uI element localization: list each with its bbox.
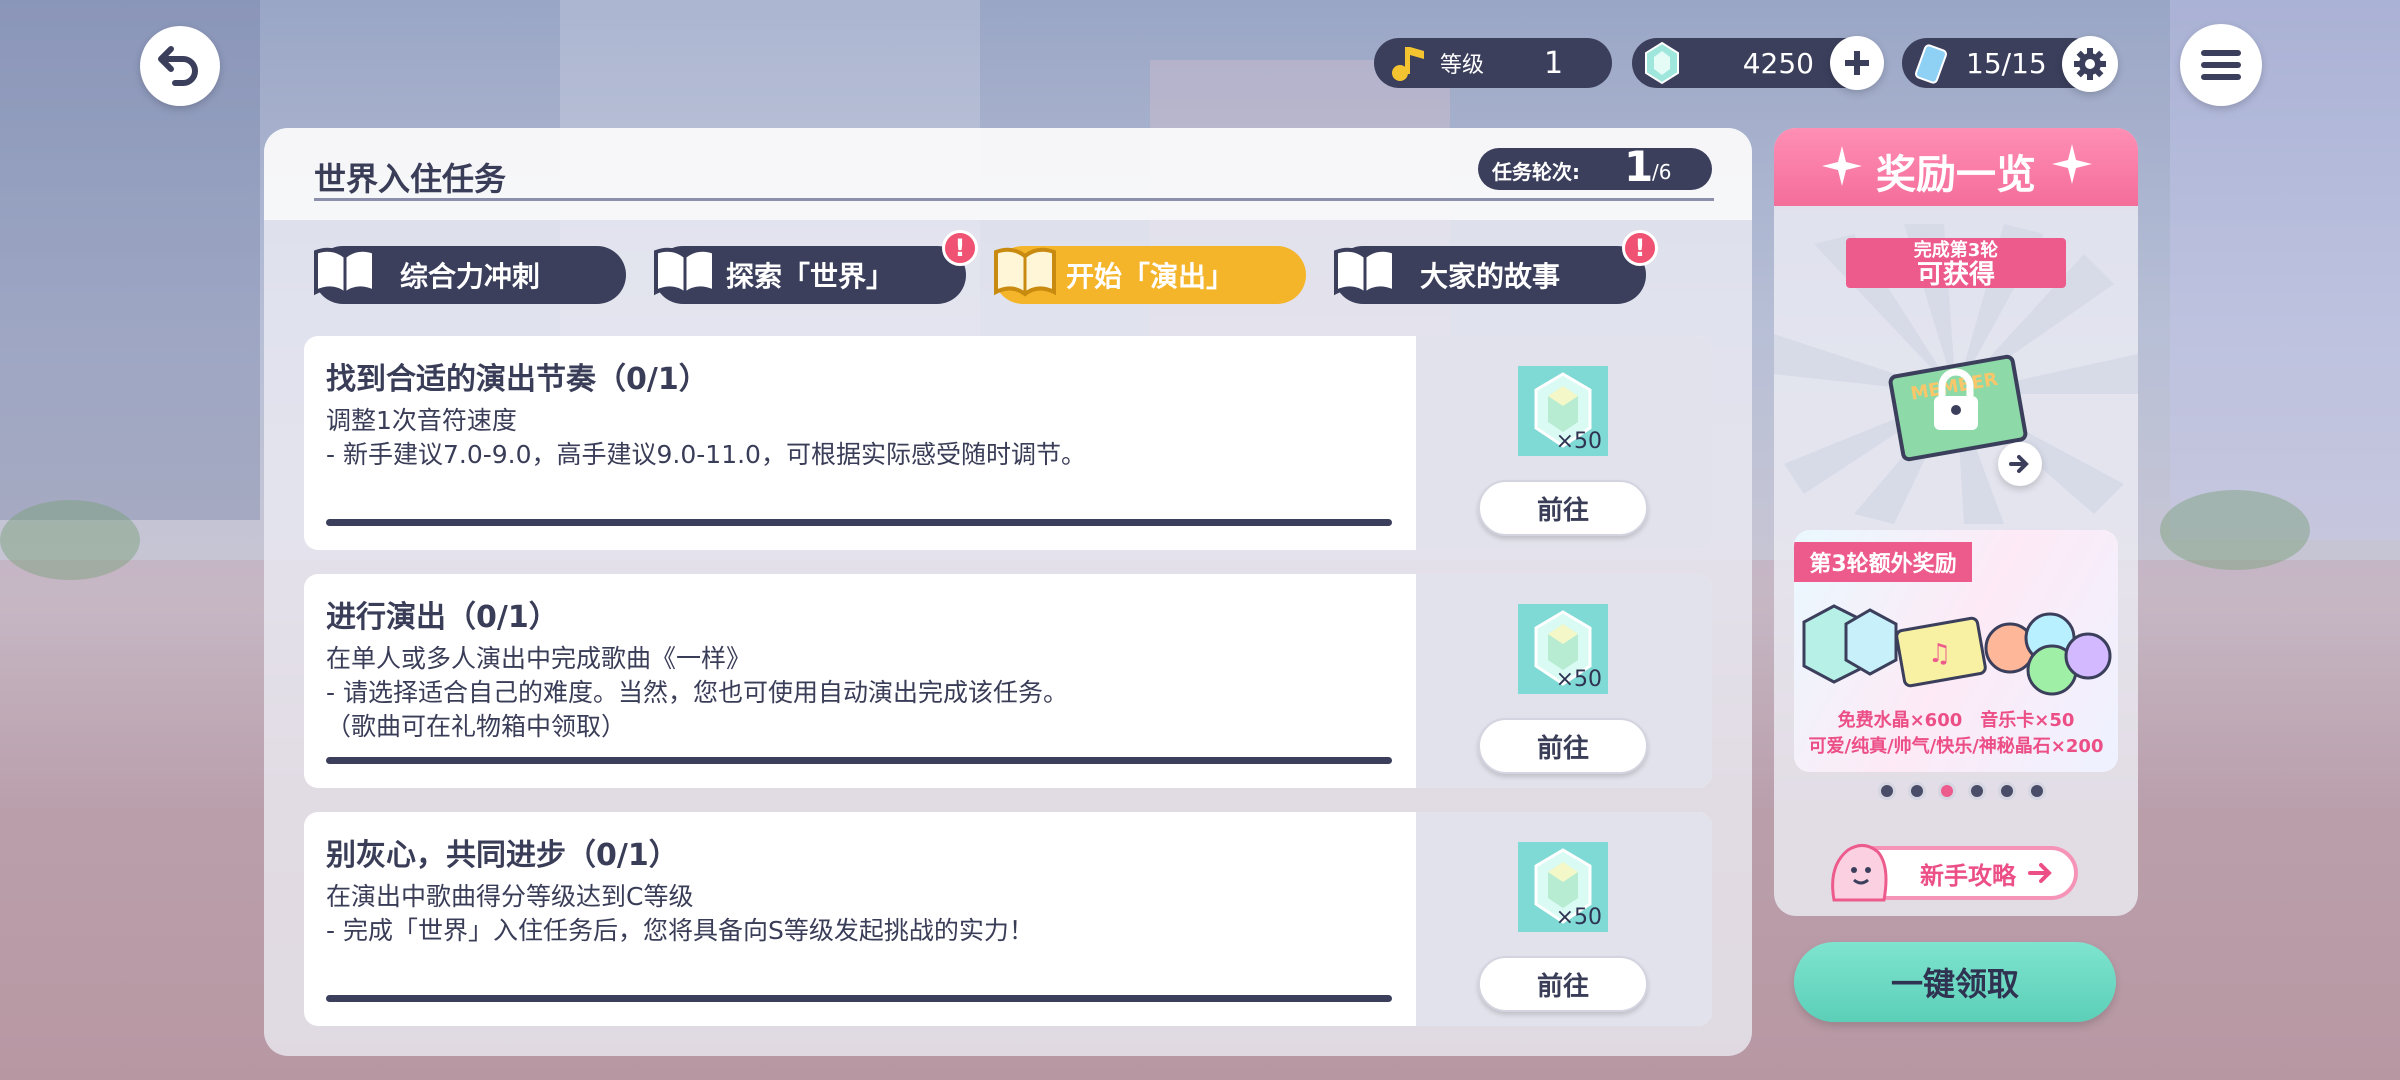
task-description: 在演出中歌曲得分等级达到C等级 - 完成「世界」入住任务后，您将具备向S等级发起…: [326, 882, 1034, 945]
tab-label: 开始「演出」: [1065, 260, 1234, 293]
alert-badge-icon: !: [1622, 230, 1658, 266]
tab-power-sprint[interactable]: 综合力冲刺: [314, 246, 626, 304]
page-dot-active[interactable]: [1938, 782, 1956, 800]
bonus-tag: 第3轮额外奖励: [1794, 542, 1972, 582]
task-description: 调整1次音符速度 - 新手建议7.0-9.0，高手建议9.0-11.0，可根据实…: [326, 406, 1086, 469]
stamina-bottle-icon: [1914, 44, 1948, 84]
bonus-line-2: 可爱/纯真/帅气/快乐/神秘晶石×200: [1808, 736, 2104, 757]
go-button[interactable]: 前往: [1478, 956, 1648, 1012]
task-card: 找到合适的演出节奏（0/1） 调整1次音符速度 - 新手建议7.0-9.0，高手…: [304, 336, 1712, 550]
sparkle-icon: [2052, 144, 2092, 184]
mascot-icon: [1831, 844, 1888, 902]
plus-icon: [1845, 51, 1869, 75]
go-button[interactable]: 前往: [1478, 480, 1648, 536]
bonus-reward-card: 第3轮额外奖励 ♫ 免费水晶×600 音乐卡×50 可爱/纯真/帅气/快乐/神秘…: [1794, 530, 2118, 772]
task-reward-column: ×50 前往: [1416, 574, 1712, 788]
tab-explore-world[interactable]: 探索「世界」 !: [654, 230, 978, 304]
guide-label: 新手攻略: [1920, 861, 2016, 890]
claim-all-button[interactable]: 一键领取: [1794, 942, 2116, 1022]
page-dot[interactable]: [1998, 782, 2016, 800]
page-dot[interactable]: [1968, 782, 1986, 800]
crystal-reward: ×50: [1518, 604, 1608, 694]
page-dot[interactable]: [1908, 782, 1926, 800]
task-title: 找到合适的演出节奏（0/1）: [326, 362, 709, 397]
next-reward-arrow-button[interactable]: [1998, 442, 2042, 486]
svg-text:♫: ♫: [1928, 639, 1951, 669]
mission-panel: 世界入住任务 任务轮次: 1 /6 综合力冲刺 探索「世界」 ! 开始「演出」: [264, 128, 1752, 1056]
task-card: 别灰心，共同进步（0/1） 在演出中歌曲得分等级达到C等级 - 完成「世界」入住…: [304, 812, 1712, 1026]
task-progress-bar: [326, 995, 1392, 1002]
task-progress-bar: [326, 757, 1392, 764]
book-icon: [654, 247, 716, 297]
book-icon: [314, 247, 376, 297]
reward-list-header: 奖励一览: [1774, 128, 2138, 206]
level-value: 1: [1544, 45, 1564, 81]
tab-everyones-story[interactable]: 大家的故事 !: [1334, 230, 1658, 304]
back-arrow-icon: [158, 46, 198, 86]
task-title: 进行演出（0/1）: [326, 600, 559, 635]
reward-count: ×50: [1555, 667, 1602, 692]
stamina-value: 15/15: [1966, 46, 2047, 80]
go-button[interactable]: 前往: [1478, 718, 1648, 774]
crystal-icon: [1645, 41, 1679, 85]
bonus-items-illustration: ♫: [1802, 604, 2112, 696]
beginner-guide-button[interactable]: 新手攻略: [1831, 844, 2078, 902]
panel-title: 世界入住任务: [314, 160, 507, 198]
level-label: 等级: [1440, 53, 1485, 78]
book-icon: [994, 247, 1056, 297]
task-title: 别灰心，共同进步（0/1）: [326, 838, 679, 873]
task-card: 进行演出（0/1） 在单人或多人演出中完成歌曲《一样》 - 请选择适合自己的难度…: [304, 574, 1712, 788]
task-description: 在单人或多人演出中完成歌曲《一样》 - 请选择适合自己的难度。当然，您也可使用自…: [326, 644, 1068, 741]
round-label: 任务轮次:: [1492, 160, 1580, 184]
reward-list-panel: 奖励一览 完成第3轮 可获得 MEMBER 第3轮额外奖励 ♫ 免费水晶×600…: [1774, 128, 2138, 916]
task-reward-column: ×50 前往: [1416, 812, 1712, 1026]
ribbon-title: 可获得: [1916, 260, 1995, 290]
page-dot[interactable]: [2028, 782, 2046, 800]
add-crystal-button[interactable]: [1830, 36, 1884, 90]
page-dot[interactable]: [1878, 782, 1896, 800]
tab-label: 大家的故事: [1419, 260, 1560, 293]
panel-header: 世界入住任务 任务轮次: 1 /6: [264, 128, 1752, 220]
crystal-value: 4250: [1742, 46, 1814, 80]
arrow-right-icon: [2028, 863, 2052, 883]
reward-count: ×50: [1555, 429, 1602, 454]
task-progress-bar: [326, 519, 1392, 526]
crystal-reward: ×50: [1518, 842, 1608, 932]
settings-button[interactable]: [2062, 36, 2118, 92]
level-display: 等级 1: [1374, 38, 1612, 88]
hamburger-menu-icon: [2201, 50, 2241, 80]
music-note-icon: [1392, 47, 1424, 81]
title-underline: [314, 198, 1714, 201]
book-icon: [1334, 247, 1396, 297]
round-total: /6: [1652, 160, 1672, 184]
arrow-right-icon: [2009, 455, 2029, 473]
tab-label: 探索「世界」: [725, 260, 894, 293]
lock-icon: [1934, 368, 1978, 430]
menu-button[interactable]: [2180, 24, 2262, 106]
round-current: 1: [1624, 142, 1654, 191]
tab-label: 综合力冲刺: [399, 260, 540, 293]
alert-badge-icon: !: [942, 230, 978, 266]
round-counter: 任务轮次: 1 /6: [1478, 142, 1712, 191]
tab-start-live[interactable]: 开始「演出」: [994, 246, 1306, 304]
bonus-line-1: 免费水晶×600 音乐卡×50: [1837, 710, 2075, 731]
gear-icon: [2074, 48, 2106, 80]
page-indicator: [1878, 782, 2046, 800]
crystal-reward: ×50: [1518, 366, 1608, 456]
back-button[interactable]: [140, 26, 220, 106]
task-reward-column: ×50 前往: [1416, 336, 1712, 550]
reward-count: ×50: [1555, 905, 1602, 930]
